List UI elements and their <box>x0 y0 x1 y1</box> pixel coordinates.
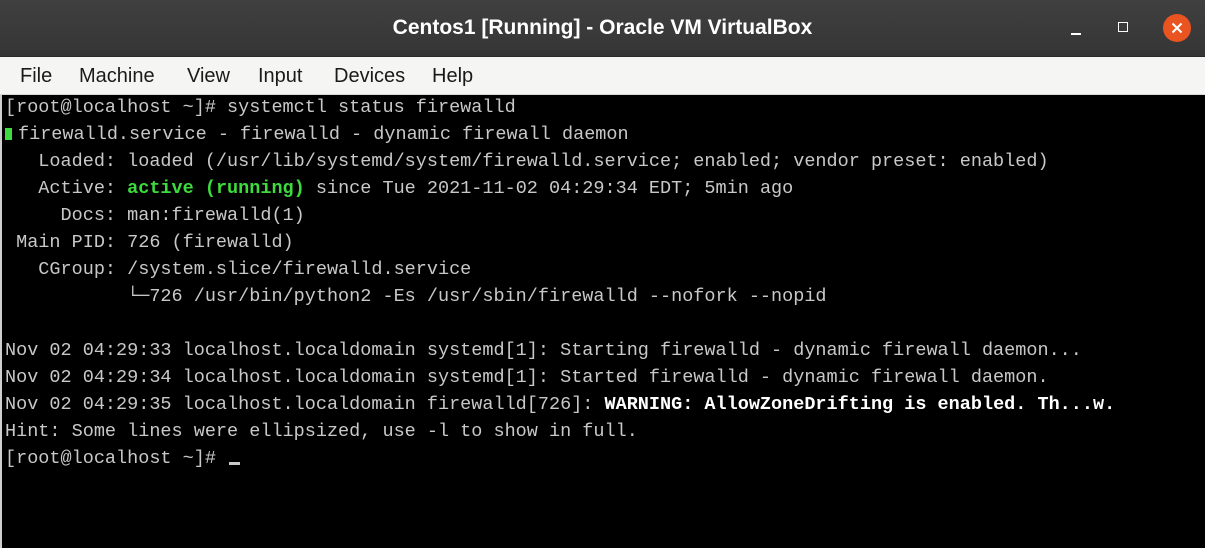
vm-console[interactable]: [root@localhost ~]# systemctl status fir… <box>0 95 1205 548</box>
terminal-line-log3: Nov 02 04:29:35 localhost.localdomain fi… <box>5 392 1115 418</box>
cgroup-text: CGroup: /system.slice/firewalld.service <box>5 259 472 280</box>
minimize-icon[interactable] <box>1062 14 1090 42</box>
virtualbox-window: Centos1 [Running] - Oracle VM VirtualBox… <box>0 0 1205 548</box>
active-suffix: since Tue 2021-11-02 04:29:34 EDT; 5min … <box>304 178 794 199</box>
title-bar[interactable]: Centos1 [Running] - Oracle VM VirtualBox <box>0 0 1205 57</box>
terminal-line-log2: Nov 02 04:29:34 localhost.localdomain sy… <box>5 365 1049 391</box>
active-prefix: Active: <box>5 178 128 199</box>
terminal-line-loaded: Loaded: loaded (/usr/lib/systemd/system/… <box>5 149 1049 175</box>
menu-view[interactable]: View <box>185 63 232 89</box>
menu-help[interactable]: Help <box>430 63 475 89</box>
terminal-line-cgroup-child: └─726 /usr/bin/python2 -Es /usr/sbin/fir… <box>5 284 827 310</box>
terminal-line-hint: Hint: Some lines were ellipsized, use -l… <box>5 419 638 445</box>
cgroup-child-text: └─726 /usr/bin/python2 -Es /usr/sbin/fir… <box>5 286 827 307</box>
terminal-line-pid: Main PID: 726 (firewalld) <box>5 230 294 256</box>
terminal-line-prompt: [root@localhost ~]# <box>5 446 241 472</box>
terminal-line-command: [root@localhost ~]# systemctl status fir… <box>5 95 516 121</box>
terminal-line-docs: Docs: man:firewalld(1) <box>5 203 305 229</box>
status-dot-icon <box>5 128 12 140</box>
pid-text: Main PID: 726 (firewalld) <box>5 232 294 253</box>
terminal-line-unit: firewalld.service - firewalld - dynamic … <box>5 122 629 148</box>
active-state: active (running) <box>127 178 305 199</box>
cursor-icon <box>229 462 241 465</box>
prompt-text: [root@localhost ~]# <box>5 448 228 469</box>
menu-devices[interactable]: Devices <box>332 63 407 89</box>
log2-text: Nov 02 04:29:34 localhost.localdomain sy… <box>5 367 1049 388</box>
log1-text: Nov 02 04:29:33 localhost.localdomain sy… <box>5 340 1082 361</box>
window-title: Centos1 [Running] - Oracle VM VirtualBox <box>392 16 813 39</box>
command-text: [root@localhost ~]# systemctl status fir… <box>5 97 516 118</box>
log3-warning: WARNING: AllowZoneDrifting is enabled. T… <box>604 394 1116 415</box>
unit-text: firewalld.service - firewalld - dynamic … <box>18 124 629 145</box>
terminal-line-log1: Nov 02 04:29:33 localhost.localdomain sy… <box>5 338 1082 364</box>
log3-prefix: Nov 02 04:29:35 localhost.localdomain fi… <box>5 394 605 415</box>
terminal-line-active: Active: active (running) since Tue 2021-… <box>5 176 793 202</box>
close-icon[interactable] <box>1163 14 1191 42</box>
loaded-text: Loaded: loaded (/usr/lib/systemd/system/… <box>5 151 1049 172</box>
menu-input[interactable]: Input <box>256 63 304 89</box>
terminal-line-cgroup: CGroup: /system.slice/firewalld.service <box>5 257 471 283</box>
menu-machine[interactable]: Machine <box>77 63 157 89</box>
menu-bar: File Machine View Input Devices Help <box>0 57 1205 95</box>
menu-file[interactable]: File <box>18 63 54 89</box>
docs-text: Docs: man:firewalld(1) <box>5 205 305 226</box>
maximize-icon[interactable] <box>1110 14 1138 42</box>
hint-text: Hint: Some lines were ellipsized, use -l… <box>5 421 638 442</box>
